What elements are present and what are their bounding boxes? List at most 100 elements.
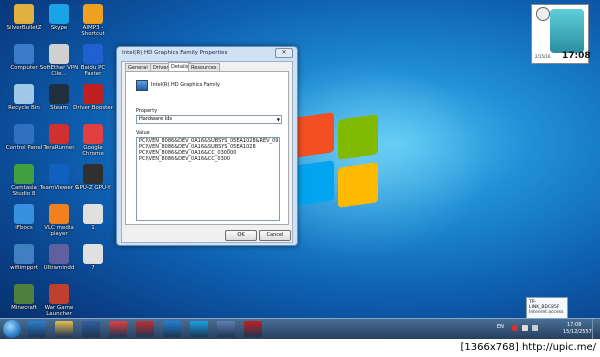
app-icon — [83, 84, 103, 104]
desktop-icon-label: Control Panel — [5, 145, 43, 151]
properties-dialog: Intel(R) HD Graphics Family Properties ✕… — [116, 46, 298, 246]
desktop-icon[interactable]: Google Chrome — [73, 124, 113, 157]
list-item[interactable]: PCI\VEN_8086&DEV_0A16&CC_0300 — [137, 156, 279, 162]
value-label: Value — [136, 130, 150, 136]
footer-text: [1366x768] http://upic.me/ — [460, 342, 596, 353]
app-icon — [49, 284, 69, 304]
dialog-body: General Driver Details Resources Intel(R… — [121, 61, 293, 243]
show-desktop-button[interactable] — [592, 319, 600, 339]
desktop-icon[interactable]: Driver Booster — [73, 84, 113, 111]
desktop-icon-label: Recycle Bin — [8, 105, 40, 111]
app-icon — [14, 204, 34, 224]
app-icon — [83, 124, 103, 144]
property-select-value: Hardware Ids — [139, 116, 172, 122]
ok-button[interactable]: OK — [225, 230, 257, 241]
value-list[interactable]: PCI\VEN_8086&DEV_0A16&SUBSYS_05EA1028&RE… — [136, 137, 280, 221]
network-name: TP-LINK_BDC85F — [529, 300, 560, 310]
flag-icon[interactable] — [512, 325, 518, 331]
desktop-icon[interactable]: GPU-Z GPU-Y — [73, 164, 113, 191]
volume-icon[interactable] — [532, 325, 538, 331]
app-icon — [49, 44, 69, 64]
app-icon — [14, 44, 34, 64]
desktop-icon[interactable]: iFbocs — [4, 204, 44, 231]
taskbar-chrome-icon[interactable] — [109, 321, 127, 337]
app-icon — [83, 164, 103, 184]
desktop-icon-label: Computer — [10, 65, 38, 71]
desktop-icon-label: 7 — [91, 265, 95, 271]
desktop-icon[interactable]: 7 — [73, 244, 113, 271]
taskbar-media-icon[interactable] — [82, 321, 100, 337]
monitor-icon — [136, 80, 148, 91]
app-icon — [14, 164, 34, 184]
taskbar-chat-icon[interactable] — [163, 321, 181, 337]
app-icon — [83, 244, 103, 264]
windows-logo — [292, 112, 382, 210]
taskbar-skype-icon[interactable] — [190, 321, 208, 337]
taskbar-date[interactable]: 15/12/2557 — [563, 329, 592, 335]
desktop-icon-label: Google Chrome — [82, 145, 104, 157]
desktop-icon-label: Baidu PC Faster — [80, 65, 106, 77]
app-icon — [14, 124, 34, 144]
network-status: Internet access — [529, 310, 564, 315]
desktop-icon[interactable]: SilverBulletZ — [4, 4, 44, 31]
clock-icon — [536, 7, 550, 21]
desktop-icon[interactable]: Minecraft — [4, 284, 44, 311]
app-icon — [14, 84, 34, 104]
app-icon — [49, 204, 69, 224]
app-icon — [49, 244, 69, 264]
taskbar-time[interactable]: 17:08 — [567, 322, 581, 328]
app-icon — [14, 284, 34, 304]
desktop-icon[interactable]: Baidu PC Faster — [73, 44, 113, 77]
character-image — [550, 9, 584, 53]
device-name: Intel(R) HD Graphics Family — [151, 82, 220, 88]
desktop-icon-label: SilverBulletZ — [6, 25, 42, 31]
desktop-icon-label: AIMP3 - Shortcut — [81, 25, 105, 37]
app-icon — [14, 244, 34, 264]
close-button[interactable]: ✕ — [275, 48, 293, 58]
network-notification[interactable]: TP-LINK_BDC85F Internet access — [526, 297, 568, 319]
desktop-icon-label: wifiimpprt — [10, 265, 38, 271]
gadget-date: 2/15/16 — [535, 54, 551, 59]
app-icon — [83, 204, 103, 224]
taskbar-ie-icon[interactable] — [28, 321, 46, 337]
desktop: SilverBulletZ Skype AIMP3 - Shortcut Comput… — [0, 0, 600, 339]
desktop-icon-label: Driver Booster — [73, 105, 113, 111]
footer-bar: [1366x768] http://upic.me/ — [0, 339, 600, 357]
app-icon — [14, 4, 34, 24]
desktop-icon[interactable]: War Game Launcher — [39, 284, 79, 317]
gadget-time: 17:08 — [562, 51, 591, 61]
desktop-icon[interactable]: wifiimpprt — [4, 244, 44, 271]
start-button[interactable] — [3, 320, 21, 338]
desktop-icon[interactable]: Control Panel — [4, 124, 44, 151]
clock-gadget: 17:08 2/15/16 — [531, 4, 591, 64]
desktop-icon-label: 1 — [91, 225, 95, 231]
chevron-down-icon: ▼ — [276, 117, 280, 122]
dialog-title: Intel(R) HD Graphics Family Properties — [122, 50, 228, 56]
taskbar-app-icon[interactable] — [244, 321, 262, 337]
app-icon — [49, 164, 69, 184]
property-select[interactable]: Hardware Ids ▼ — [136, 115, 282, 124]
desktop-icon[interactable]: 1 — [73, 204, 113, 231]
taskbar-explorer-icon[interactable] — [55, 321, 73, 337]
desktop-icon-label: Camtasia Studio 8 — [11, 185, 37, 197]
cancel-button[interactable]: Cancel — [259, 230, 291, 241]
language-indicator[interactable]: EN — [497, 324, 504, 330]
desktop-icon[interactable]: AIMP3 - Shortcut — [73, 4, 113, 37]
app-icon — [49, 4, 69, 24]
desktop-icon[interactable]: Recycle Bin — [4, 84, 44, 111]
desktop-icon-label: iFbocs — [15, 225, 33, 231]
app-icon — [83, 44, 103, 64]
app-icon — [49, 84, 69, 104]
desktop-icon-label: GPU-Z GPU-Y — [75, 185, 111, 191]
taskbar-bag-icon[interactable] — [136, 321, 154, 337]
desktop-icon[interactable]: Camtasia Studio 8 — [4, 164, 44, 197]
details-panel: Intel(R) HD Graphics Family Property Har… — [125, 71, 289, 225]
taskbar: EN 17:08 15/12/2557 — [0, 318, 600, 339]
network-icon[interactable] — [522, 325, 528, 331]
desktop-icon[interactable]: Computer — [4, 44, 44, 71]
desktop-icon-label: War Game Launcher — [44, 305, 74, 317]
taskbar-network-icon[interactable] — [217, 321, 235, 337]
app-icon — [83, 4, 103, 24]
property-label: Property — [136, 108, 158, 114]
app-icon — [49, 124, 69, 144]
